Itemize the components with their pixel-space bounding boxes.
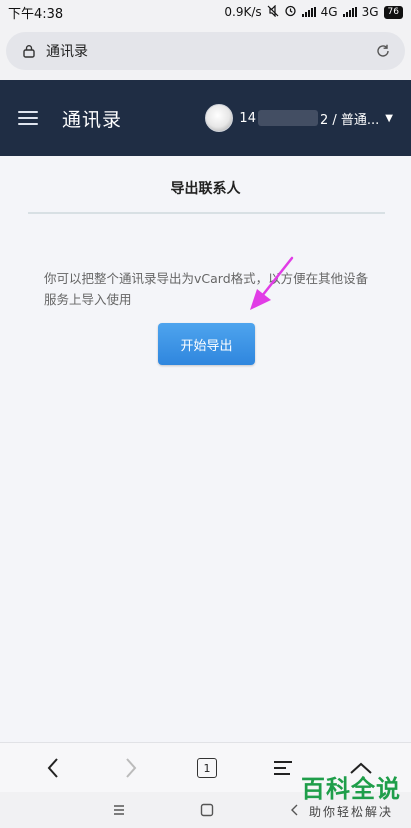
watermark-sub: 助你轻松解决 <box>308 805 393 819</box>
battery-icon: 76 <box>383 5 403 19</box>
tab-count: 1 <box>197 758 217 778</box>
user-id-suffix: 2 / 普通... <box>319 112 380 128</box>
network-type-2: 3G <box>361 5 379 19</box>
watermark-main: 百科全说 <box>301 775 401 803</box>
status-time: 下午4:38 <box>8 6 64 22</box>
start-export-button[interactable]: 开始导出 <box>158 323 255 365</box>
divider <box>28 212 385 214</box>
redacted-block <box>257 110 318 126</box>
caret-down-icon: ▼ <box>385 112 393 124</box>
reload-icon[interactable] <box>375 43 391 59</box>
menu-icon[interactable] <box>18 111 38 125</box>
main-content: 导出联系人 你可以把整个通讯录导出为vCard格式，以方便在其他设备服务上导入使… <box>0 156 411 742</box>
signal-icon <box>301 7 316 17</box>
recents-icon[interactable] <box>112 802 126 821</box>
alarm-icon <box>284 4 297 20</box>
export-description: 你可以把整个通讯录导出为vCard格式，以方便在其他设备服务上导入使用 <box>44 271 369 307</box>
avatar <box>205 104 234 132</box>
home-icon[interactable] <box>200 802 214 821</box>
watermark-logo: 百科全说 助你轻松解决 <box>301 775 401 820</box>
browser-toolbar: 通讯录 <box>0 24 411 80</box>
app-header: 通讯录 14 2 / 普通... ▼ <box>0 80 411 156</box>
user-menu[interactable]: 14 2 / 普通... ▼ <box>205 104 393 132</box>
app-title: 通讯录 <box>62 108 123 131</box>
lock-icon <box>22 44 36 58</box>
network-type-1: 4G <box>320 5 338 19</box>
tabs-button[interactable]: 1 <box>194 755 220 781</box>
browser-menu-icon[interactable] <box>270 755 296 781</box>
page-title: 通讯录 <box>46 44 88 60</box>
signal-icon-2 <box>342 7 357 17</box>
section-title: 导出联系人 <box>170 181 241 197</box>
system-back-icon[interactable] <box>288 802 302 821</box>
mute-icon <box>267 4 279 20</box>
forward-icon[interactable] <box>118 755 144 781</box>
address-bar[interactable]: 通讯录 <box>6 32 405 70</box>
network-speed: 0.9K/s <box>224 5 262 19</box>
user-id-prefix: 14 <box>239 110 256 126</box>
status-icons: 0.9K/s 4G 3G 76 <box>224 4 403 20</box>
status-bar: 下午4:38 0.9K/s 4G 3G 76 <box>0 0 411 24</box>
back-icon[interactable] <box>40 755 66 781</box>
